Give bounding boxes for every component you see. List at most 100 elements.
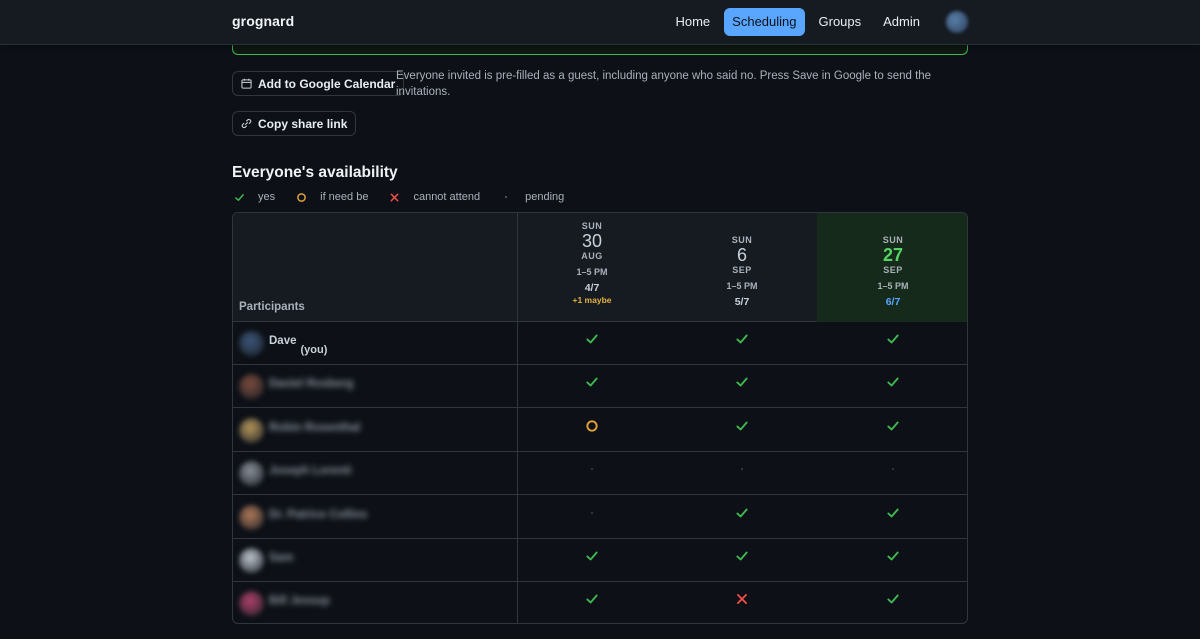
- response-cell-yes[interactable]: [517, 365, 667, 408]
- check-icon: [887, 377, 899, 387]
- check-icon: [586, 334, 598, 344]
- nav-home[interactable]: Home: [667, 8, 718, 36]
- legend-maybe: if need be: [294, 191, 368, 203]
- add-to-google-calendar-button[interactable]: Add to Google Calendar: [232, 71, 405, 96]
- participant-row: Robin Rosenthal: [233, 409, 967, 452]
- participant-row: Dave(you): [233, 322, 967, 365]
- date-count: 4/7: [584, 282, 600, 294]
- link-icon: [241, 118, 252, 129]
- check-icon: [736, 421, 748, 431]
- circle-icon: [296, 192, 306, 202]
- dot-icon: [591, 511, 593, 514]
- response-cell-yes[interactable]: [817, 409, 967, 452]
- date-day: 6: [736, 245, 747, 265]
- brand-logo[interactable]: grognard: [232, 13, 294, 29]
- check-icon: [887, 508, 899, 518]
- copy-share-link-button[interactable]: Copy share link: [232, 111, 357, 136]
- avatar: [239, 591, 264, 617]
- check-icon: [887, 334, 899, 344]
- availability-table: Participants SUN 30 AUG 1–5 PM 4/7 +1 ma…: [232, 212, 968, 624]
- table-header: Participants SUN 30 AUG 1–5 PM 4/7 +1 ma…: [233, 213, 967, 322]
- check-icon: [586, 377, 598, 387]
- response-cell-yes[interactable]: [817, 539, 967, 582]
- response-cell-yes[interactable]: [517, 322, 667, 365]
- participant-cell: Sam: [233, 539, 517, 582]
- cross-icon: [390, 193, 399, 201]
- response-cell-maybe[interactable]: [517, 409, 667, 452]
- response-cell-yes[interactable]: [817, 496, 967, 539]
- share-button-label: Copy share link: [258, 116, 348, 131]
- dot-icon: [741, 468, 743, 471]
- avatar: [239, 504, 264, 530]
- participant-cell: Dr. Patrice Collins: [233, 496, 517, 539]
- check-icon: [586, 551, 598, 561]
- participant-cell: Daniel Rosberg: [233, 365, 517, 408]
- response-cell-yes[interactable]: [667, 539, 817, 582]
- avatar: [239, 374, 264, 400]
- avatar: [239, 461, 264, 487]
- check-icon: [736, 508, 748, 518]
- date-column-2-best[interactable]: SUN 27 SEP 1–5 PM 6/7: [817, 213, 967, 322]
- date-day: 30: [581, 231, 603, 251]
- response-cell-pending[interactable]: [517, 496, 667, 539]
- date-maybe-count: +1 maybe: [572, 295, 612, 305]
- response-cell-yes[interactable]: [667, 322, 817, 365]
- participant-row: Daniel Rosberg: [233, 365, 967, 409]
- check-icon: [887, 421, 899, 431]
- check-icon: [887, 594, 899, 604]
- participant-cell: Dave(you): [233, 322, 517, 365]
- nav-menu: Home Scheduling Groups Admin: [661, 8, 968, 36]
- date-month: AUG: [581, 251, 603, 261]
- response-cell-pending[interactable]: [667, 452, 817, 495]
- dot-icon: [505, 196, 508, 198]
- legend-no-label: cannot attend: [413, 191, 481, 203]
- response-cell-yes[interactable]: [817, 365, 967, 408]
- participant-row: Dr. Patrice Collins: [233, 496, 967, 539]
- response-cell-yes[interactable]: [667, 365, 817, 408]
- legend-pending-label: pending: [525, 191, 565, 203]
- participant-name: Sam: [269, 552, 294, 564]
- user-avatar[interactable]: [946, 11, 968, 33]
- response-cell-no[interactable]: [667, 582, 817, 623]
- date-column-1[interactable]: SUN 6 SEP 1–5 PM 5/7: [667, 213, 817, 322]
- date-day: 27: [882, 245, 904, 265]
- check-icon: [736, 377, 748, 387]
- nav-scheduling[interactable]: Scheduling: [724, 8, 805, 36]
- response-cell-yes[interactable]: [517, 582, 667, 623]
- date-dow: SUN: [882, 235, 904, 245]
- dot-icon: [591, 468, 593, 471]
- date-time: 1–5 PM: [877, 281, 909, 291]
- response-cell-pending[interactable]: [817, 452, 967, 495]
- avatar: [239, 331, 264, 356]
- response-cell-yes[interactable]: [817, 322, 967, 365]
- check-icon: [736, 334, 748, 344]
- participant-row: Joseph Lorenti: [233, 452, 967, 496]
- response-cell-yes[interactable]: [667, 496, 817, 539]
- date-time: 1–5 PM: [576, 267, 608, 277]
- participant-cell: Bill Jessup: [233, 582, 517, 623]
- date-time: 1–5 PM: [726, 281, 758, 291]
- gcal-hint-text: Everyone invited is pre-filled as a gues…: [396, 70, 932, 98]
- circle-icon: [586, 420, 598, 432]
- legend-yes-label: yes: [258, 191, 276, 203]
- participant-cell: Joseph Lorenti: [233, 452, 517, 495]
- date-column-0[interactable]: SUN 30 AUG 1–5 PM 4/7 +1 maybe: [517, 213, 667, 322]
- nav-groups[interactable]: Groups: [811, 8, 870, 36]
- check-icon: [234, 193, 244, 201]
- date-dow: SUN: [581, 221, 603, 231]
- response-cell-yes[interactable]: [667, 409, 817, 452]
- check-icon: [736, 551, 748, 561]
- you-tag: (you): [300, 344, 328, 356]
- availability-legend: yes if need be cannot attend pending: [232, 191, 583, 203]
- nav-admin[interactable]: Admin: [875, 8, 928, 36]
- response-cell-pending[interactable]: [517, 452, 667, 495]
- check-icon: [887, 551, 899, 561]
- participant-name: Dave(you): [269, 335, 328, 356]
- participant-name: Joseph Lorenti: [269, 465, 352, 478]
- response-cell-yes[interactable]: [517, 539, 667, 582]
- participant-name: Dr. Patrice Collins: [269, 508, 368, 521]
- response-cell-yes[interactable]: [817, 582, 967, 623]
- participant-name: Bill Jessup: [269, 595, 330, 608]
- participant-cell: Robin Rosenthal: [233, 409, 517, 452]
- legend-no: cannot attend: [387, 191, 480, 203]
